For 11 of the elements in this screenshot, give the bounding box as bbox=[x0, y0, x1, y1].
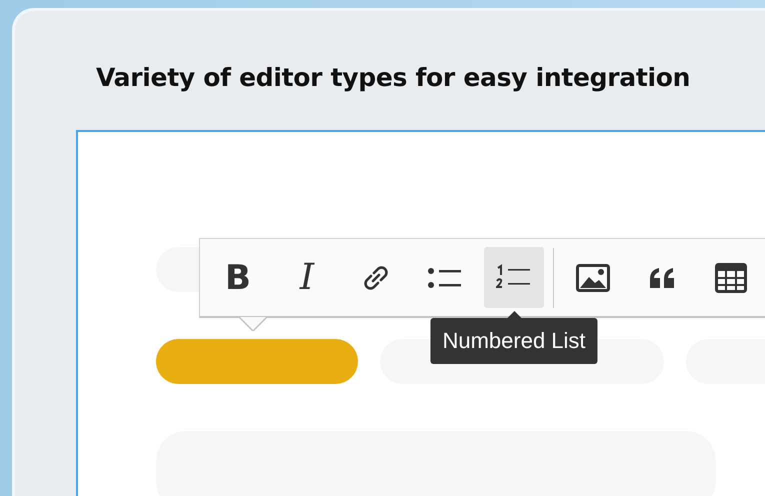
image-icon bbox=[576, 264, 610, 292]
italic-button[interactable]: I bbox=[277, 247, 337, 308]
link-icon bbox=[362, 264, 390, 292]
tooltip: Numbered List bbox=[430, 318, 598, 364]
table-icon bbox=[715, 262, 747, 292]
heading: Variety of editor types for easy integration bbox=[96, 63, 692, 92]
quote-icon bbox=[649, 266, 675, 288]
toolbar-pointer bbox=[239, 317, 267, 331]
editor-area[interactable]: B I Numbered List bbox=[76, 130, 765, 496]
tooltip-pointer bbox=[507, 311, 521, 318]
bold-button[interactable]: B bbox=[208, 247, 268, 308]
